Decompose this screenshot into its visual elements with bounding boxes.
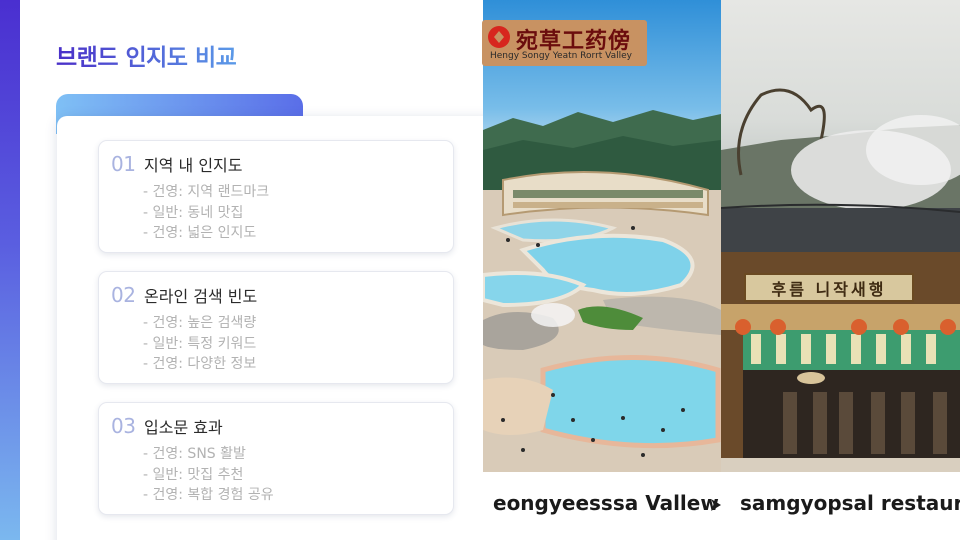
hot-spring-resort-photo [483,0,721,540]
chevron-right-icon [711,499,721,511]
item-detail: - 건영: 지역 랜드마크 [143,184,270,200]
item-detail-list: - 건영: 높은 검색량 - 일반: 특정 키워드 - 건영: 다양한 정보 [143,313,256,375]
item-number: 01 [111,152,136,176]
comparison-item-3: 03 입소문 효과 - 건영: SNS 활발 - 일반: 맛집 추천 - 건영:… [98,402,454,515]
samgyopsal-restaurant-photo [721,0,960,540]
item-detail-list: - 건영: 지역 랜드마크 - 일반: 동네 맛집 - 건영: 넓은 인지도 [143,182,269,244]
left-photo-caption: eongyeesssa Vallew [493,491,719,515]
resort-logo-sign: 宛草工药傍 Hengy Songy Yeatn Rorrt Valley [482,20,647,66]
logo-english-text: Hengy Songy Yeatn Rorrt Valley [490,51,633,61]
comparison-item-1: 01 지역 내 인지도 - 건영: 지역 랜드마크 - 일반: 동네 맛집 - … [98,140,454,253]
item-detail: - 건영: SNS 활발 [143,446,246,462]
item-number: 03 [111,414,136,438]
item-detail: - 일반: 맛집 추천 [143,466,244,483]
item-detail: - 건영: 다양한 정보 [143,356,257,372]
item-detail: - 건영: 높은 검색량 [143,315,257,331]
item-number: 02 [111,283,136,307]
item-detail: - 건영: 넓은 인지도 [143,225,257,241]
restaurant-sign: 후름 니작새행 [744,273,914,302]
item-title: 입소문 효과 [144,418,223,437]
left-accent-bar [0,0,20,540]
slide-title: 브랜드 인지도 비교 [56,38,237,72]
comparison-item-2: 02 온라인 검색 빈도 - 건영: 높은 검색량 - 일반: 특정 키워드 -… [98,271,454,384]
item-title: 지역 내 인지도 [144,156,243,175]
item-detail: - 일반: 특정 키워드 [143,335,257,352]
restaurant-sign-text: 후름 니작새행 [771,279,887,299]
item-detail-list: - 건영: SNS 활발 - 일반: 맛집 추천 - 건영: 복합 경험 공유 [143,444,274,506]
item-title: 온라인 검색 빈도 [144,287,258,306]
item-detail: - 일반: 동네 맛집 [143,204,244,221]
brand-logo-icon [488,26,510,48]
right-photo-caption: samgyopsal restaurant [740,491,960,515]
item-detail: - 건영: 복합 경험 공유 [143,487,274,503]
